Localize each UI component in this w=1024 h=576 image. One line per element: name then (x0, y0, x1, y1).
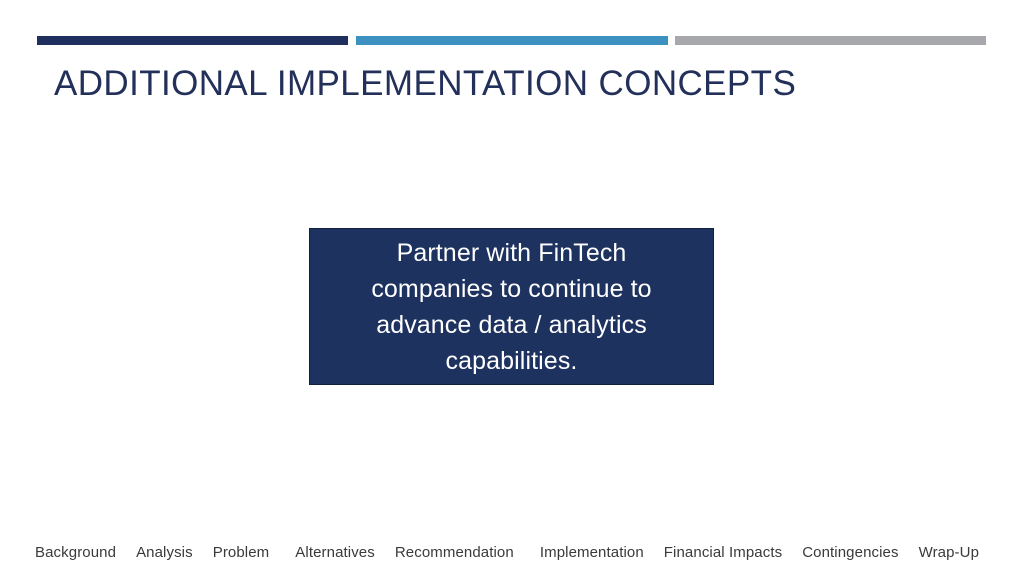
top-rule-segment-blue (356, 36, 668, 45)
top-rule-segment-gray (675, 36, 986, 45)
nav-item-problem[interactable]: Problem (213, 544, 270, 561)
section-nav: Background Analysis Problem Alternatives… (35, 540, 989, 564)
nav-item-background[interactable]: Background (35, 544, 116, 561)
nav-item-contingencies[interactable]: Contingencies (802, 544, 898, 561)
top-rule-segment-navy (37, 36, 348, 45)
callout-box: Partner with FinTech companies to contin… (309, 228, 714, 385)
top-rule-group (0, 36, 1024, 45)
nav-item-implementation[interactable]: Implementation (540, 544, 644, 561)
nav-item-analysis[interactable]: Analysis (136, 544, 193, 561)
callout-text: Partner with FinTech companies to contin… (371, 238, 652, 375)
nav-item-recommendation[interactable]: Recommendation (395, 544, 514, 561)
nav-item-wrap-up[interactable]: Wrap-Up (919, 544, 979, 561)
page-title: ADDITIONAL IMPLEMENTATION CONCEPTS (54, 64, 797, 103)
slide: ADDITIONAL IMPLEMENTATION CONCEPTS Partn… (0, 0, 1024, 576)
nav-item-alternatives[interactable]: Alternatives (295, 544, 375, 561)
nav-item-financial-impacts[interactable]: Financial Impacts (664, 544, 782, 561)
